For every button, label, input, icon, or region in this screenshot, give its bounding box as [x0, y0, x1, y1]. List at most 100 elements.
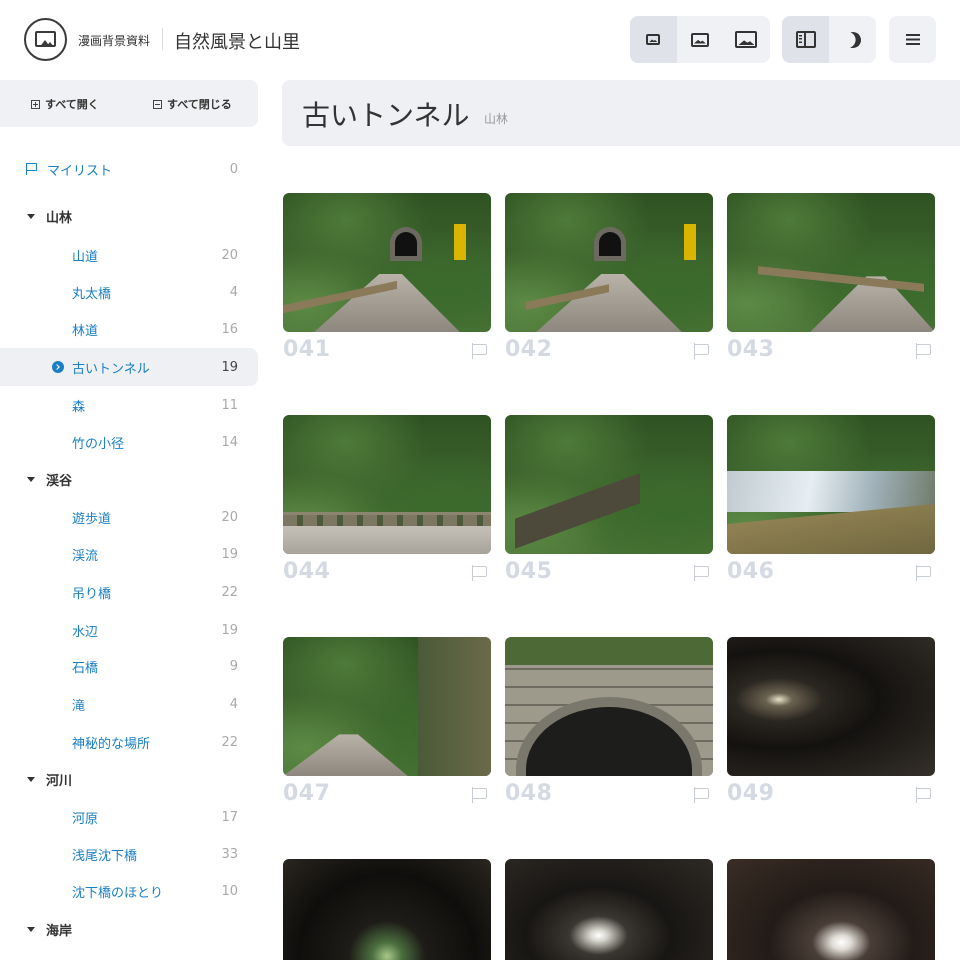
image-thumbnail[interactable]	[505, 637, 713, 776]
collapse-all-button[interactable]: すべて閉じる	[153, 96, 232, 112]
sidebar-item-label: 水辺	[72, 624, 99, 640]
sidebar-item-count: 17	[221, 809, 238, 825]
sidebar-group-kasen[interactable]: 河川	[0, 760, 258, 798]
sidebar-item[interactable]: 神秘的な場所 22	[0, 723, 258, 761]
sidebar-item[interactable]: 河原 17	[0, 798, 258, 836]
sidebar-group-kaigan[interactable]: 海岸	[0, 910, 258, 948]
sidebar-item-count: 9	[229, 658, 238, 674]
menu-button[interactable]	[889, 16, 936, 63]
sidebar-item-label: 山道	[72, 249, 99, 265]
sidebar-item-mylist[interactable]: マイリスト 0	[0, 150, 258, 188]
flag-icon[interactable]	[472, 565, 488, 581]
sidebar-toggle-button[interactable]	[782, 16, 829, 63]
image-number: 042	[505, 337, 553, 362]
image-thumbnail[interactable]	[283, 193, 491, 332]
image-small-icon	[646, 34, 661, 45]
sidebar-group-label: 山林	[46, 210, 73, 226]
sidebar-item[interactable]: 滝 4	[0, 685, 258, 723]
view-toggle	[782, 16, 876, 63]
sidebar-group-label: 海岸	[46, 923, 73, 939]
expand-all-label: すべて開く	[45, 98, 99, 111]
image-card[interactable]: 044	[283, 415, 491, 584]
sidebar-item[interactable]: 竹の小径 14	[0, 423, 258, 461]
flag-icon	[26, 163, 37, 175]
image-card[interactable]	[727, 859, 935, 960]
sidebar-item-label: 神秘的な場所	[72, 736, 151, 752]
page-breadcrumb[interactable]: 山林	[484, 110, 508, 127]
image-card[interactable]	[505, 859, 713, 960]
brand-name[interactable]: 漫画背景資料	[78, 32, 150, 49]
image-card[interactable]: 045	[505, 415, 713, 584]
image-medium-icon	[690, 32, 709, 47]
sidebar-group-sanrin[interactable]: 山林	[0, 197, 258, 235]
app-header: 漫画背景資料 自然風景と山里	[0, 0, 960, 80]
sidebar-item[interactable]: 遊歩道 20	[0, 498, 258, 536]
sidebar-item[interactable]: 沈下橋のほとり 10	[0, 872, 258, 910]
sidebar-item[interactable]: 丸太橋 4	[0, 273, 258, 311]
image-card[interactable]: 047	[283, 637, 491, 806]
flag-icon[interactable]	[916, 787, 932, 803]
sidebar-item-count: 10	[221, 883, 238, 899]
thumbnail-small-button[interactable]	[630, 16, 677, 63]
sidebar-item-label: 石橋	[72, 660, 99, 676]
sidebar-item[interactable]: 山道 20	[0, 236, 258, 274]
flag-icon[interactable]	[694, 565, 710, 581]
sidebar-item[interactable]: 吊り橋 22	[0, 573, 258, 611]
sidebar-item-label: 渓流	[72, 548, 99, 564]
sidebar-item-label: 古いトンネル	[72, 361, 150, 377]
chevron-circle-right-icon	[52, 361, 64, 373]
sidebar-item-label: マイリスト	[47, 163, 113, 179]
sidebar-item[interactable]: 浅尾沈下橋 33	[0, 835, 258, 873]
sidebar-item[interactable]: 林道 16	[0, 310, 258, 348]
image-thumbnail[interactable]	[727, 637, 935, 776]
flag-icon[interactable]	[472, 343, 488, 359]
site-title[interactable]: 自然風景と山里	[174, 28, 300, 54]
image-card[interactable]: 046	[727, 415, 935, 584]
collapse-all-label: すべて閉じる	[167, 98, 232, 111]
sidebar-item-active[interactable]: 古いトンネル 19	[0, 348, 258, 386]
flag-icon[interactable]	[472, 787, 488, 803]
image-thumbnail[interactable]	[727, 415, 935, 554]
sidebar-item-count: 20	[221, 509, 238, 525]
image-thumbnail[interactable]	[727, 859, 935, 960]
image-thumbnail[interactable]	[283, 637, 491, 776]
thumbnail-large-button[interactable]	[723, 16, 770, 63]
sidebar-item-count: 19	[221, 622, 238, 638]
image-number: 044	[283, 559, 331, 584]
sidebar-group-keikoku[interactable]: 渓谷	[0, 460, 258, 498]
sidebar-group-label: 渓谷	[46, 473, 73, 489]
image-thumbnail[interactable]	[727, 193, 935, 332]
image-thumbnail[interactable]	[283, 859, 491, 960]
image-card[interactable]: 043	[727, 193, 935, 362]
flag-icon[interactable]	[694, 787, 710, 803]
sidebar-item-count: 22	[221, 584, 238, 600]
image-thumbnail[interactable]	[505, 193, 713, 332]
sidebar-item[interactable]: 石橋 9	[0, 647, 258, 685]
flag-icon[interactable]	[916, 343, 932, 359]
caret-down-icon	[27, 776, 35, 782]
plus-square-icon	[31, 99, 40, 109]
sidebar-item-label: 林道	[72, 323, 99, 339]
image-card[interactable]	[283, 859, 491, 960]
image-thumbnail[interactable]	[505, 859, 713, 960]
image-card[interactable]: 041	[283, 193, 491, 362]
sidebar-item-count: 33	[221, 846, 238, 862]
image-number: 048	[505, 781, 553, 806]
expand-all-button[interactable]: すべて開く	[31, 96, 99, 112]
image-number: 046	[727, 559, 775, 584]
flag-icon[interactable]	[916, 565, 932, 581]
sidebar-item[interactable]: 水辺 19	[0, 611, 258, 649]
thumbnail-medium-button[interactable]	[677, 16, 724, 63]
image-card[interactable]: 042	[505, 193, 713, 362]
sidebar-item[interactable]: 森 11	[0, 386, 258, 424]
sidebar-item[interactable]: 渓流 19	[0, 535, 258, 573]
image-card[interactable]: 049	[727, 637, 935, 806]
logo-icon[interactable]	[24, 18, 67, 61]
dark-mode-button[interactable]	[829, 16, 876, 63]
sidebar-item-label: 丸太橋	[72, 286, 112, 302]
image-thumbnail[interactable]	[505, 415, 713, 554]
image-card[interactable]: 048	[505, 637, 713, 806]
image-number: 043	[727, 337, 775, 362]
image-thumbnail[interactable]	[283, 415, 491, 554]
flag-icon[interactable]	[694, 343, 710, 359]
